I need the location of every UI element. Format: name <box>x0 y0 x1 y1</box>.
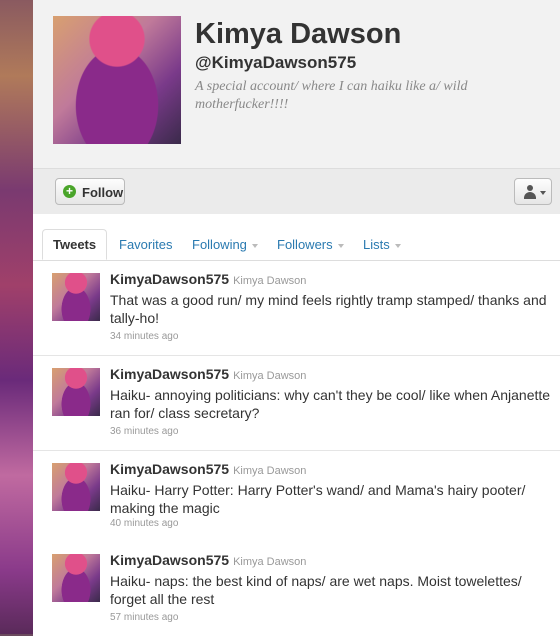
chevron-down-icon <box>540 191 546 195</box>
tweet-username[interactable]: KimyaDawson575 <box>110 271 229 287</box>
tweet-item[interactable]: KimyaDawson575 Kimya Dawson Haiku- naps: … <box>33 542 560 636</box>
tweet-fullname: Kimya Dawson <box>233 465 307 477</box>
profile-handle: @KimyaDawson575 <box>195 53 357 72</box>
tweet-text: Haiku- naps: the best kind of naps/ are … <box>110 573 522 607</box>
tab-following[interactable]: Following <box>192 237 258 252</box>
tweet-avatar[interactable] <box>52 273 100 321</box>
chevron-down-icon <box>337 243 344 248</box>
tweet-username[interactable]: KimyaDawson575 <box>110 461 229 477</box>
chevron-down-icon <box>251 243 258 248</box>
profile-panel: Kimya Dawson @KimyaDawson575 A special a… <box>33 0 560 636</box>
follow-button[interactable]: + Follow <box>55 178 125 205</box>
chevron-down-icon <box>394 243 401 248</box>
tweet-avatar[interactable] <box>52 368 100 416</box>
tweet-timestamp[interactable]: 40 minutes ago <box>110 518 178 529</box>
tweet-item[interactable]: KimyaDawson575 Kimya Dawson That was a go… <box>33 261 560 356</box>
profile-avatar[interactable] <box>53 16 181 144</box>
tweet-avatar[interactable] <box>52 554 100 602</box>
tweet-username[interactable]: KimyaDawson575 <box>110 366 229 382</box>
tweet-username[interactable]: KimyaDawson575 <box>110 552 229 568</box>
plus-icon: + <box>63 185 76 198</box>
follow-label: Follow <box>82 185 124 200</box>
tweet-item[interactable]: KimyaDawson575 Kimya Dawson Haiku- Harry … <box>33 451 560 546</box>
action-bar: + Follow <box>33 168 560 216</box>
profile-name: Kimya Dawson <box>195 18 402 50</box>
tweet-text: Haiku- annoying politicians: why can't t… <box>110 387 551 421</box>
tweet-timestamp[interactable]: 36 minutes ago <box>110 426 178 437</box>
tweet-text: Haiku- Harry Potter: Harry Potter's wand… <box>110 482 526 516</box>
tweet-timestamp[interactable]: 57 minutes ago <box>110 612 178 623</box>
tweet-timestamp[interactable]: 34 minutes ago <box>110 331 178 342</box>
tweet-item[interactable]: KimyaDawson575 Kimya Dawson Haiku- annoyi… <box>33 356 560 451</box>
tweet-fullname: Kimya Dawson <box>233 556 307 568</box>
profile-bio: A special account/ where I can haiku lik… <box>195 79 468 112</box>
profile-header: Kimya Dawson @KimyaDawson575 A special a… <box>33 0 560 168</box>
tweet-fullname: Kimya Dawson <box>233 370 307 382</box>
tweet-avatar[interactable] <box>52 463 100 511</box>
tab-followers[interactable]: Followers <box>277 237 344 252</box>
person-icon <box>524 185 536 199</box>
tweet-text: That was a good run/ my mind feels right… <box>110 292 547 326</box>
tab-lists[interactable]: Lists <box>363 237 401 252</box>
tab-favorites[interactable]: Favorites <box>119 237 172 252</box>
tab-tweets[interactable]: Tweets <box>42 229 108 260</box>
profile-tabs: Tweets Favorites Following Followers Lis… <box>33 214 560 261</box>
user-actions-button[interactable] <box>514 178 552 205</box>
tweet-fullname: Kimya Dawson <box>233 275 307 287</box>
